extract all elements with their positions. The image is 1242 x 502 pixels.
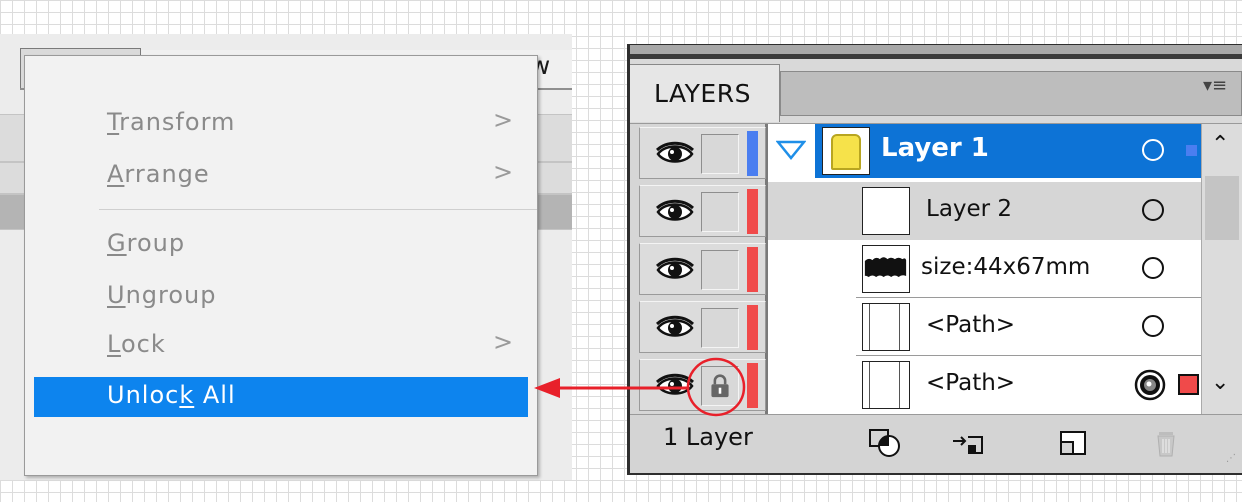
menu-item-label: Transform: [107, 108, 236, 136]
menu-separator: [99, 209, 537, 210]
menu-item-unlock-all[interactable]: Unlock All: [34, 377, 528, 417]
target-circle-icon[interactable]: [1142, 199, 1164, 221]
layer-color-swatch: [747, 189, 758, 234]
layer-row[interactable]: Layer 2: [630, 182, 1242, 240]
layer-color-swatch: [747, 247, 758, 292]
layer-name[interactable]: Layer 1: [881, 133, 989, 163]
menu-item-label: Arrange: [107, 160, 210, 188]
menu-item-group[interactable]: Group: [25, 223, 537, 265]
target-circle-icon[interactable]: [1142, 139, 1164, 161]
lock-toggle[interactable]: [701, 366, 739, 406]
new-layer-icon[interactable]: [1055, 427, 1091, 459]
targeted-appearance-icon[interactable]: [1133, 368, 1167, 402]
eye-icon[interactable]: [655, 373, 695, 399]
text-shape-thumb-icon: [864, 257, 907, 277]
object-dropdown-menu: Transform > Arrange > Group Ungroup Lock…: [24, 55, 538, 476]
visibility-cell: [639, 127, 766, 179]
layer-name[interactable]: Layer 2: [926, 196, 1012, 222]
panel-footer: 1 Layer ⋰: [630, 414, 1242, 473]
create-sublayer-icon[interactable]: [950, 427, 986, 459]
layer-name[interactable]: size:44x67mm: [921, 254, 1090, 280]
menu-item-transform[interactable]: Transform >: [25, 102, 537, 144]
resize-grip-icon[interactable]: ⋰: [1226, 453, 1236, 464]
layer-row[interactable]: size:44x67mm: [630, 240, 1242, 298]
lock-toggle[interactable]: [701, 308, 739, 348]
panel-title-bar[interactable]: [630, 45, 1242, 59]
selected-art-square-icon[interactable]: [1178, 374, 1199, 395]
layer-color-swatch: [747, 363, 758, 408]
tab-layers[interactable]: LAYERS: [630, 64, 780, 122]
menu-item-label: Lock: [107, 330, 166, 358]
layer-thumbnail: [822, 127, 870, 175]
target-circle-icon[interactable]: [1142, 257, 1164, 279]
panel-tab-strip: [780, 71, 1242, 116]
layers-list: Layer 1 Layer 2 size:44x67mm <Path> <Pat…: [630, 123, 1242, 414]
expand-triangle-icon[interactable]: [776, 139, 806, 161]
submenu-chevron-icon: >: [493, 106, 515, 134]
layer-thumbnail: [862, 303, 910, 351]
visibility-cell: [639, 243, 766, 295]
layers-panel: LAYERS ▾≡ Layer 1 Layer 2 size:44x67mm <…: [627, 44, 1242, 475]
target-circle-icon[interactable]: [1142, 315, 1164, 337]
eye-icon[interactable]: [655, 315, 695, 341]
layer-name[interactable]: <Path>: [926, 312, 1015, 338]
layer-row[interactable]: Layer 1: [630, 124, 1242, 182]
lock-toggle[interactable]: [701, 134, 739, 174]
layer-row[interactable]: <Path>: [630, 298, 1242, 356]
eye-icon[interactable]: [655, 141, 695, 167]
panel-menu-icon[interactable]: ▾≡: [1203, 75, 1227, 96]
visibility-cell: [639, 359, 766, 411]
eye-icon[interactable]: [655, 199, 695, 225]
menu-item-label: Ungroup: [107, 281, 217, 309]
scroll-down-icon[interactable]: ⌄: [1211, 370, 1229, 395]
lock-icon: [711, 374, 729, 398]
visibility-cell: [639, 301, 766, 353]
layer-thumbnail: [862, 361, 910, 409]
submenu-chevron-icon: >: [493, 158, 515, 186]
lock-toggle[interactable]: [701, 250, 739, 290]
lock-toggle[interactable]: [701, 192, 739, 232]
menu-item-lock[interactable]: Lock >: [25, 324, 537, 366]
eye-icon[interactable]: [655, 257, 695, 283]
make-clipping-mask-icon[interactable]: [867, 427, 903, 459]
selection-square-icon: [1186, 145, 1197, 156]
visibility-cell: [639, 185, 766, 237]
menu-item-arrange[interactable]: Arrange >: [25, 154, 537, 196]
layer-color-swatch: [747, 305, 758, 350]
layer-row[interactable]: <Path>: [630, 356, 1242, 414]
layer-count: 1 Layer: [663, 423, 753, 451]
menu-item-ungroup[interactable]: Ungroup: [25, 275, 537, 317]
layer-thumbnail: [862, 187, 910, 235]
menu-item-label: Group: [107, 229, 186, 257]
layer-color-swatch: [747, 131, 758, 176]
delete-layer-icon[interactable]: [1148, 427, 1184, 459]
layer-name[interactable]: <Path>: [926, 370, 1015, 396]
submenu-chevron-icon: >: [493, 328, 515, 356]
menu-item-label: Unlock All: [107, 381, 236, 409]
scroll-up-icon[interactable]: ⌃: [1211, 132, 1229, 157]
layer-thumbnail: [862, 245, 910, 293]
scroll-thumb[interactable]: [1205, 176, 1239, 240]
layers-scrollbar[interactable]: ⌃ ⌄: [1201, 124, 1242, 414]
